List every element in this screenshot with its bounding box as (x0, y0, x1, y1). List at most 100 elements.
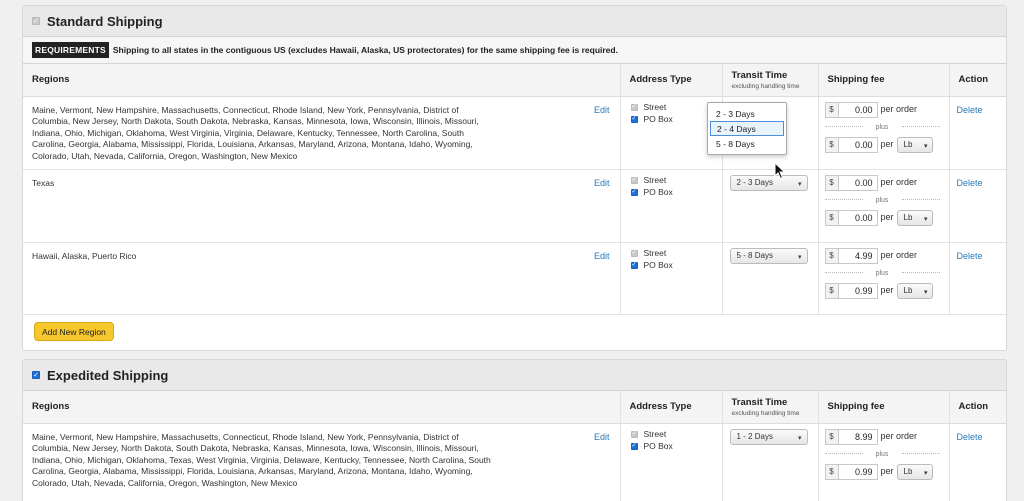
street-label: Street (643, 428, 667, 439)
column-header-shipping-fee: Shipping fee (818, 391, 950, 424)
requirements-bar: REQUIREMENTS Shipping to all states in t… (23, 37, 1006, 64)
standard-shipping-checkbox[interactable]: ✓ (32, 17, 40, 25)
edit-region-link[interactable]: Edit (594, 432, 610, 444)
street-option[interactable]: ✓ Street (630, 428, 722, 441)
delete-region-link[interactable]: Delete (957, 105, 983, 115)
per-order-fee-input[interactable]: 8.99 (837, 429, 878, 445)
column-header-regions: Regions (23, 391, 621, 424)
table-row: Maine, Vermont, New Hampshire, Massachus… (23, 423, 1006, 501)
add-new-region-button[interactable]: Add New Region (34, 322, 114, 341)
per-order-label: per order (880, 431, 918, 442)
per-order-label: per order (880, 177, 918, 188)
column-header-address-type: Address Type (620, 64, 723, 97)
po-box-checkbox[interactable]: ✓ (630, 443, 638, 450)
dollar-prefix: $ (824, 429, 838, 445)
dollar-prefix: $ (824, 463, 838, 480)
chevron-down-icon: ▾ (797, 434, 802, 442)
expedited-shipping-header: ✓ Expedited Shipping (23, 360, 1006, 391)
per-order-label: per order (880, 104, 918, 115)
per-order-fee-input[interactable]: 0.00 (837, 175, 878, 191)
delete-region-link[interactable]: Delete (957, 251, 983, 261)
per-unit-fee-input[interactable]: 0.99 (837, 282, 878, 299)
delete-region-link[interactable]: Delete (957, 432, 983, 442)
per-unit-fee-input[interactable]: 0.00 (837, 209, 878, 226)
street-option[interactable]: ✓ Street (630, 175, 722, 187)
delete-region-link[interactable]: Delete (957, 178, 983, 188)
chevron-down-icon: ▾ (924, 142, 928, 150)
per-unit-fee-input[interactable]: 0.00 (837, 136, 878, 153)
street-checkbox[interactable]: ✓ (630, 104, 638, 111)
plus-divider: plus (824, 195, 940, 207)
chevron-down-icon: ▾ (797, 253, 802, 261)
transit-time-value: 2 - 3 Days (736, 177, 773, 187)
po-box-label: PO Box (643, 186, 673, 197)
transit-time-value: 1 - 2 Days (736, 431, 773, 441)
mouse-cursor-icon (774, 162, 786, 180)
standard-shipping-header: ✓ Standard Shipping (23, 6, 1006, 37)
po-box-option[interactable]: ✓ PO Box (630, 440, 722, 453)
plus-divider: plus (824, 449, 940, 461)
unit-value: Lb (903, 139, 913, 149)
per-order-fee-input[interactable]: 4.99 (837, 248, 878, 264)
panel-title: Expedited Shipping (47, 367, 169, 383)
column-header-address-type: Address Type (620, 391, 723, 424)
chevron-down-icon: ▾ (924, 288, 928, 296)
chevron-down-icon: ▾ (924, 469, 928, 477)
table-row: Texas Edit ✓ Street ✓ PO Box 2 - 3 Days ▾ $… (23, 169, 1006, 243)
unit-select[interactable]: Lb ▾ (896, 209, 933, 226)
street-label: Street (643, 101, 667, 112)
dollar-prefix: $ (824, 102, 838, 118)
transit-time-select[interactable]: 2 - 3 Days ▾ (729, 174, 808, 191)
transit-time-select[interactable]: 1 - 2 Days ▾ (729, 428, 808, 445)
unit-value: Lb (903, 212, 913, 222)
dollar-prefix: $ (824, 209, 838, 226)
edit-region-link[interactable]: Edit (594, 105, 610, 117)
column-header-regions: Regions (23, 64, 621, 97)
column-header-shipping-fee: Shipping fee (818, 64, 950, 97)
region-list: Maine, Vermont, New Hampshire, Massachus… (32, 431, 491, 488)
unit-value: Lb (903, 285, 913, 295)
standard-regions-table: Regions Address Type Transit Time excludi… (23, 64, 1006, 315)
transit-time-select[interactable]: 5 - 8 Days ▾ (729, 247, 808, 264)
region-list: Maine, Vermont, New Hampshire, Massachus… (32, 104, 479, 161)
per-order-label: per order (880, 250, 918, 261)
per-label: per (880, 284, 894, 295)
transit-option[interactable]: 5 - 8 Days (708, 136, 786, 151)
street-option[interactable]: ✓ Street (630, 248, 722, 260)
po-box-option[interactable]: ✓ PO Box (630, 260, 722, 272)
unit-value: Lb (903, 466, 913, 476)
edit-region-link[interactable]: Edit (594, 251, 610, 263)
transit-time-label: Transit Time (731, 69, 788, 81)
po-box-checkbox[interactable]: ✓ (630, 262, 638, 269)
transit-option-selected[interactable]: 2 - 4 Days (710, 121, 784, 136)
per-order-fee-input[interactable]: 0.00 (837, 102, 878, 118)
transit-time-value: 5 - 8 Days (736, 250, 773, 260)
transit-time-dropdown[interactable]: 2 - 3 Days 2 - 4 Days 5 - 8 Days (707, 102, 787, 155)
per-unit-fee-input[interactable]: 0.99 (837, 463, 878, 480)
expedited-regions-table: Regions Address Type Transit Time excludi… (23, 391, 1006, 501)
chevron-down-icon: ▾ (797, 180, 802, 188)
street-checkbox[interactable]: ✓ (630, 250, 638, 257)
edit-region-link[interactable]: Edit (594, 178, 610, 190)
transit-time-sublabel: excluding handling time (731, 82, 800, 90)
transit-option[interactable]: 2 - 3 Days (708, 106, 786, 121)
unit-select[interactable]: Lb ▾ (896, 463, 933, 480)
standard-shipping-panel: ✓ Standard Shipping REQUIREMENTS Shippin… (22, 5, 1007, 351)
column-header-transit-time: Transit Time excluding handling time (722, 64, 819, 97)
po-box-label: PO Box (643, 440, 673, 451)
plus-divider: plus (824, 268, 940, 280)
po-box-label: PO Box (643, 113, 673, 124)
dollar-prefix: $ (824, 136, 838, 153)
column-header-action: Action (949, 64, 1006, 97)
transit-time-sublabel: excluding handling time (731, 409, 800, 417)
po-box-checkbox[interactable]: ✓ (630, 116, 638, 123)
unit-select[interactable]: Lb ▾ (896, 136, 933, 153)
plus-divider: plus (824, 122, 940, 134)
unit-select[interactable]: Lb ▾ (896, 282, 933, 299)
expedited-shipping-checkbox[interactable]: ✓ (32, 371, 40, 379)
street-checkbox[interactable]: ✓ (630, 177, 638, 184)
po-box-option[interactable]: ✓ PO Box (630, 186, 722, 199)
po-box-checkbox[interactable]: ✓ (630, 189, 638, 196)
street-checkbox[interactable]: ✓ (630, 431, 638, 438)
region-list: Hawaii, Alaska, Puerto Rico (32, 250, 137, 261)
